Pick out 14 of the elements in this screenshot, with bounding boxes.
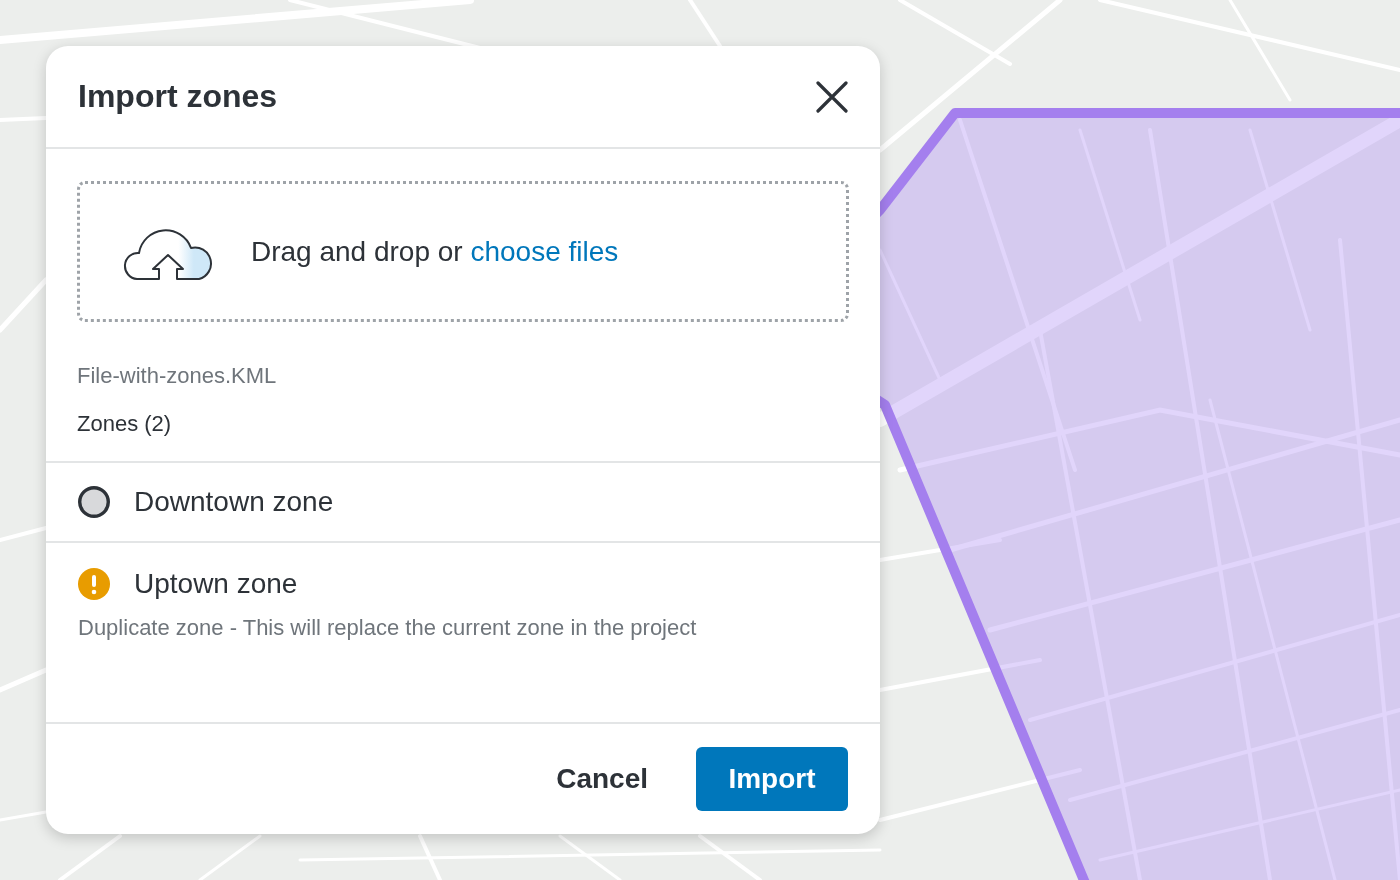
cancel-button[interactable]: Cancel bbox=[548, 750, 656, 808]
zones-heading: Zones (2) bbox=[77, 410, 173, 438]
dialog-title: Import zones bbox=[78, 77, 278, 116]
zone-warning-text: Duplicate zone - This will replace the current zone in the project bbox=[78, 614, 698, 642]
drop-instructions: Drag and drop or choose files bbox=[251, 234, 619, 269]
file-name: File-with-zones.KML bbox=[77, 362, 278, 390]
choose-files-link[interactable]: choose files bbox=[470, 235, 619, 267]
close-icon bbox=[816, 80, 848, 113]
drop-zone[interactable]: Drag and drop or choose files bbox=[77, 181, 849, 322]
zone-name: Uptown zone bbox=[134, 567, 298, 601]
zone-name: Downtown zone bbox=[134, 485, 334, 519]
warning-icon bbox=[78, 568, 110, 600]
circle-icon bbox=[78, 486, 110, 518]
import-button[interactable]: Import bbox=[696, 747, 848, 811]
